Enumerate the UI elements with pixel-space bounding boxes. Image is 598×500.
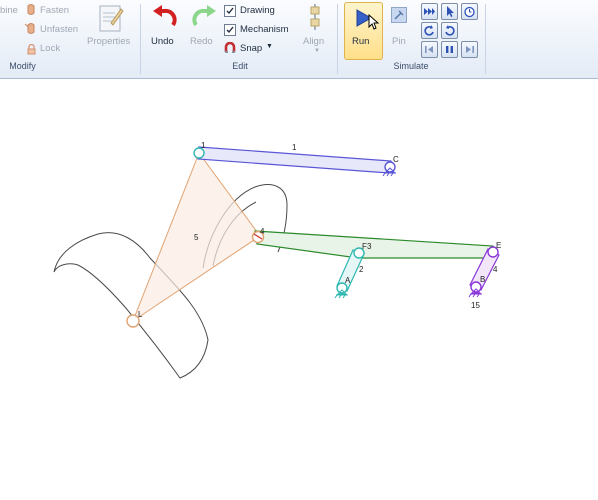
fasten-icon [26,4,36,22]
undo-icon [151,5,179,34]
snap-chevron-down-icon: ▼ [266,43,273,50]
joint-label-top: 1 [201,141,206,150]
pause-icon[interactable] [441,41,458,58]
pin-button[interactable]: Pin [392,36,406,47]
joint-label-b: B [480,275,485,284]
lock-icon [27,42,36,60]
joint-label-l: L [138,310,143,319]
properties-button[interactable]: Properties [87,36,130,47]
simulate-group-label: Simulate [393,61,429,71]
redo-icon [190,5,218,34]
run-button[interactable]: Run [344,2,383,60]
mouse-cursor-icon [368,13,380,35]
group-separator [140,4,141,74]
align-icon [309,4,321,35]
align-button[interactable]: Align [303,36,324,47]
unfasten-icon [24,23,38,41]
joint-label-e: E [496,241,501,250]
link-3-label: 3 [367,242,372,251]
drawing-label: Drawing [240,5,275,16]
joint-label-a: A [345,276,351,285]
joint-label-c: C [393,155,399,164]
link-5-label: 5 [194,233,199,242]
lock-button[interactable]: Lock [40,43,60,54]
joint-label-mid: 4 [260,227,265,236]
ribbon-toolbar: bine Fasten Unfasten Lock Properties Mod… [0,0,598,79]
rotate-ccw-icon[interactable] [421,22,438,39]
combine-button[interactable]: bine [0,5,18,16]
link-4-label: 4 [493,265,498,274]
mechanism-checkbox[interactable] [224,24,236,36]
fasten-button[interactable]: Fasten [40,5,69,16]
group-separator [485,4,486,74]
edit-group-label: Edit [232,61,248,71]
fast-forward-button[interactable] [421,3,438,20]
group-separator [337,4,338,74]
align-chevron-down-icon: ▼ [314,48,320,54]
mechanism-label: Mechanism [240,24,289,35]
run-label: Run [352,36,370,47]
redo-button[interactable]: Redo [190,36,213,47]
snap-dropdown[interactable]: Snap [240,43,262,54]
skip-to-start-icon[interactable] [421,41,438,58]
link-number-15: 15 [471,301,480,310]
link-3[interactable] [254,230,494,259]
drawing-checkbox[interactable] [224,5,236,17]
rotate-cw-icon[interactable] [441,22,458,39]
select-pointer-icon[interactable] [441,3,458,20]
timer-icon[interactable] [461,3,478,20]
link-1-label: 1 [292,143,297,152]
snap-magnet-icon [224,41,236,59]
properties-icon [97,3,125,38]
unfasten-button[interactable]: Unfasten [40,24,78,35]
link-2-label: 2 [359,265,364,274]
skip-to-end-icon[interactable] [461,41,478,58]
mechanism-canvas[interactable]: 1 5 2 4 1 C 4 F 3 E A B L 15 [0,79,598,500]
undo-button[interactable]: Undo [151,36,174,47]
pin-icon [391,7,407,28]
modify-group-label: Modify [9,61,36,71]
